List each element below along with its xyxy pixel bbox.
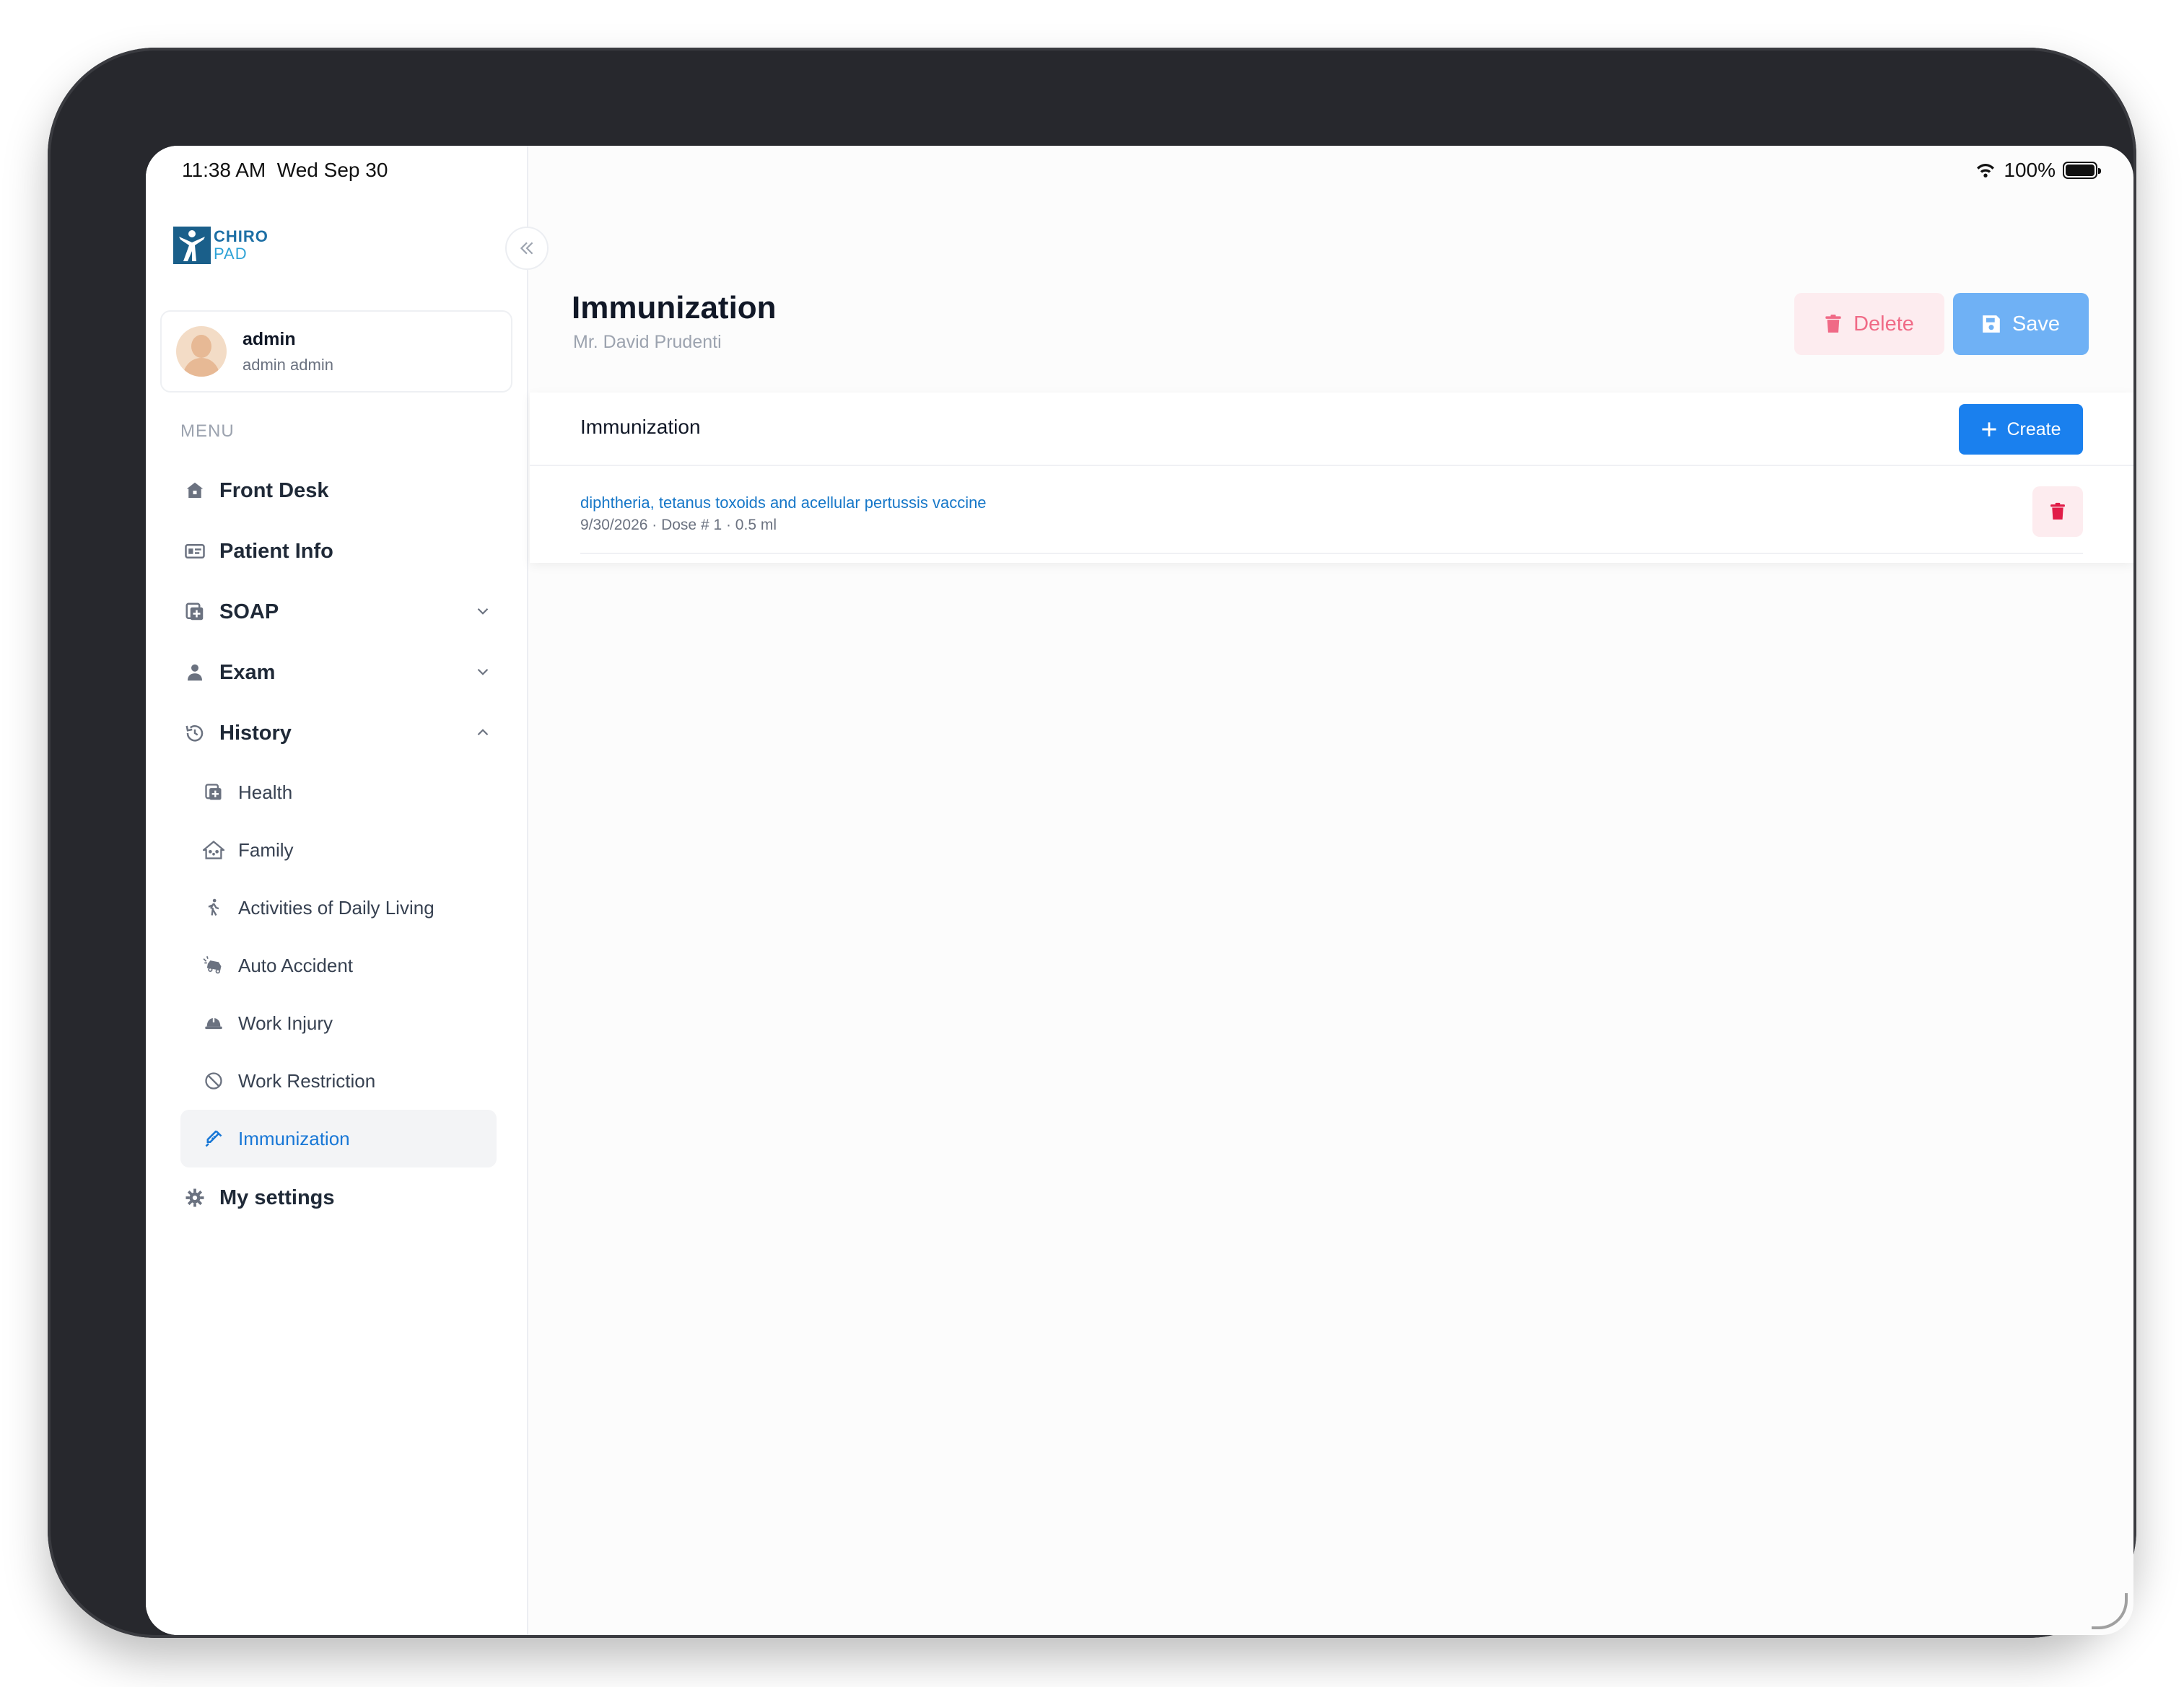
status-time-text: 11:38 AM [182, 159, 266, 181]
vaccine-name[interactable]: diphtheria, tetanus toxoids and acellula… [580, 494, 987, 512]
nav-label: History [219, 721, 292, 745]
double-chevron-left-icon [520, 242, 533, 255]
divider [530, 465, 2133, 466]
sidebar-item-label: Immunization [238, 1127, 350, 1149]
list-item[interactable]: diphtheria, tetanus toxoids and acellula… [580, 469, 2083, 554]
status-time: 11:38 AM Wed Sep 30 [182, 159, 388, 182]
save-button[interactable]: Save [1953, 293, 2089, 355]
user-subtitle: admin admin [243, 355, 333, 374]
family-icon [199, 840, 228, 860]
sidebar: 11:38 AM Wed Sep 30 CHIRO PAD admin admi… [146, 146, 528, 1635]
logo-line1: CHIRO [214, 227, 268, 245]
sidebar-item-label: Auto Accident [238, 954, 353, 976]
chevron-up-icon [477, 729, 489, 736]
logo-text: CHIRO PAD [214, 228, 268, 263]
chevron-down-icon [477, 668, 489, 675]
immunization-panel: Immunization Create diphtheria, tetanus … [530, 393, 2133, 563]
nav-item-front-desk[interactable]: Front Desk [180, 460, 497, 521]
sidebar-item-activities[interactable]: Activities of Daily Living [180, 879, 497, 937]
history-icon [180, 722, 209, 744]
trash-icon [1825, 315, 1841, 333]
nav-label: Front Desk [219, 478, 329, 502]
medical-doc-icon [180, 601, 209, 623]
sidebar-item-work-injury[interactable]: Work Injury [180, 994, 497, 1052]
vaccine-meta: 9/30/2026 · Dose # 1 · 0.5 ml [580, 517, 777, 533]
walking-icon [199, 898, 228, 918]
nav-item-my-settings[interactable]: My settings [180, 1167, 497, 1228]
id-card-icon [180, 540, 209, 562]
create-button[interactable]: Create [1959, 404, 2083, 455]
sidebar-item-work-restriction[interactable]: Work Restriction [180, 1052, 497, 1110]
sidebar-item-family[interactable]: Family [180, 821, 497, 879]
floppy-disk-icon [1983, 315, 2000, 333]
user-card[interactable]: admin admin admin [160, 310, 512, 393]
plus-icon [1982, 422, 1997, 437]
nav-item-exam[interactable]: Exam [180, 642, 497, 703]
nav-label: Exam [219, 660, 276, 684]
sidebar-item-label: Family [238, 838, 294, 861]
create-label: Create [2006, 419, 2061, 439]
ban-icon [199, 1071, 228, 1091]
health-icon [199, 782, 228, 802]
nav-item-patient-info[interactable]: Patient Info [180, 521, 497, 582]
avatar [176, 326, 227, 377]
collapse-sidebar-button[interactable] [505, 227, 549, 270]
nav-item-soap[interactable]: SOAP [180, 582, 497, 642]
nav-label: My settings [219, 1186, 335, 1209]
sidebar-item-health[interactable]: Health [180, 763, 497, 821]
nav-item-history[interactable]: History [180, 703, 497, 763]
battery-icon [2063, 162, 2101, 179]
screen: 11:38 AM Wed Sep 30 CHIRO PAD admin admi… [146, 146, 2133, 1635]
chevron-down-icon [477, 608, 489, 615]
battery-percent: 100% [2004, 159, 2056, 181]
delete-label: Delete [1853, 312, 1914, 336]
sidebar-item-auto-accident[interactable]: Auto Accident [180, 937, 497, 994]
gear-icon [180, 1187, 209, 1209]
trash-icon [2050, 502, 2065, 520]
wifi-icon [1977, 164, 1995, 178]
main-nav: Front Desk Patient Info SOAP Exam Histor… [180, 460, 497, 1228]
delete-button[interactable]: Delete [1794, 293, 1944, 355]
status-indicators: 100% [1975, 159, 2101, 182]
syringe-icon [199, 1129, 228, 1149]
sidebar-item-label: Activities of Daily Living [238, 896, 434, 919]
page-title: Immunization [572, 290, 777, 325]
delete-record-button[interactable] [2032, 486, 2083, 537]
logo-line2: PAD [214, 245, 248, 263]
doctor-icon [180, 662, 209, 683]
nav-label: Patient Info [219, 539, 333, 563]
car-crash-icon [199, 955, 228, 976]
home-icon [180, 480, 209, 501]
sidebar-item-immunization[interactable]: Immunization [180, 1110, 497, 1167]
user-name: admin [243, 328, 296, 349]
history-submenu: Health Family Activities of Daily Living [180, 763, 497, 1167]
patient-name: Mr. David Prudenti [573, 332, 722, 352]
status-date-text: Wed Sep 30 [276, 159, 388, 181]
hard-hat-icon [199, 1013, 228, 1033]
sidebar-item-label: Health [238, 781, 293, 803]
scroll-indicator [2092, 1593, 2128, 1629]
tablet-frame: 11:38 AM Wed Sep 30 CHIRO PAD admin admi… [48, 48, 2136, 1638]
menu-heading: MENU [180, 421, 235, 441]
sidebar-item-label: Work Restriction [238, 1069, 376, 1092]
main-content: 100% Immunization Mr. David Prudenti Del… [530, 146, 2133, 1635]
sidebar-item-label: Work Injury [238, 1012, 333, 1034]
panel-title: Immunization [580, 416, 701, 438]
app-logo[interactable]: CHIRO PAD [173, 227, 268, 264]
nav-label: SOAP [219, 600, 279, 623]
save-label: Save [2012, 312, 2061, 336]
logo-mark-icon [173, 227, 211, 264]
